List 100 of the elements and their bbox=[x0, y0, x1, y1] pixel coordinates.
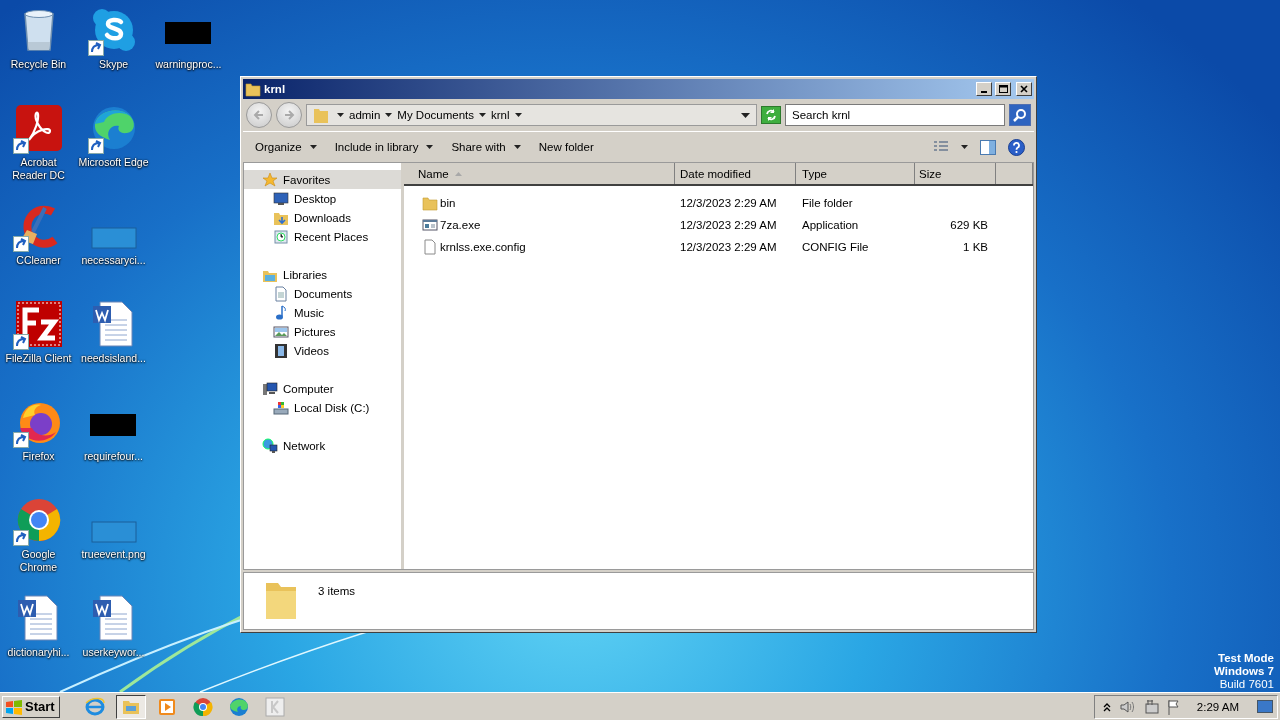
desktop-icon-label[interactable]: Google Chrome bbox=[2, 548, 75, 574]
left-arrow-icon bbox=[253, 109, 265, 121]
window-title: krnl bbox=[264, 83, 287, 95]
refresh-icon bbox=[764, 109, 778, 121]
search-icon bbox=[1013, 108, 1027, 122]
nav-item[interactable]: Computer bbox=[244, 379, 401, 398]
breadcrumb-item[interactable]: My Documents bbox=[396, 109, 475, 121]
desktop-icon-label[interactable]: FileZilla Client bbox=[5, 352, 72, 365]
picture-icon bbox=[273, 323, 289, 340]
nav-item[interactable]: Desktop bbox=[244, 189, 401, 208]
start-button[interactable]: Start bbox=[2, 695, 60, 718]
nav-item[interactable]: Libraries bbox=[244, 265, 401, 284]
music-note-icon bbox=[273, 304, 289, 321]
file-name[interactable]: bin bbox=[440, 197, 456, 209]
search-field[interactable]: Search krnl bbox=[785, 104, 1005, 126]
preview-pane-icon bbox=[980, 139, 996, 155]
address-bar[interactable]: admin My Documents krnl bbox=[306, 104, 757, 126]
nav-item[interactable]: Downloads bbox=[244, 208, 401, 227]
star-icon bbox=[262, 171, 278, 188]
desktop-icon-label[interactable]: warningproc... bbox=[155, 58, 222, 71]
toolbar-button[interactable]: Share with bbox=[443, 138, 529, 156]
desktop-icon-label[interactable]: Firefox bbox=[22, 450, 55, 463]
os-notice-text: Test Mode bbox=[1218, 652, 1274, 665]
minimize-button[interactable] bbox=[976, 82, 992, 96]
media-player-icon bbox=[156, 696, 177, 717]
show-hidden-icon[interactable] bbox=[1102, 701, 1111, 712]
computer-icon bbox=[262, 380, 278, 397]
desktop-icon-label[interactable]: Skype bbox=[98, 58, 129, 71]
nav-item[interactable]: Network bbox=[244, 436, 401, 455]
toolbar-button[interactable]: New folder bbox=[530, 138, 602, 156]
size-cell-text: 1 KB bbox=[962, 241, 989, 253]
nav-item[interactable]: Recent Places bbox=[244, 227, 401, 246]
clock-icon bbox=[273, 228, 289, 245]
dropdown-arrow-icon[interactable] bbox=[741, 112, 750, 118]
type-cell-text: File folder bbox=[801, 197, 854, 209]
refresh-button[interactable] bbox=[761, 106, 781, 124]
show-desktop-icon[interactable] bbox=[1257, 699, 1273, 714]
folder-icon bbox=[422, 195, 438, 211]
browser-icon bbox=[192, 696, 213, 717]
type-cell-text: Application bbox=[801, 219, 860, 231]
close-button[interactable] bbox=[1016, 82, 1032, 96]
search-button[interactable] bbox=[1009, 104, 1031, 126]
column-header[interactable]: Size bbox=[915, 163, 996, 184]
item-count: 3 items bbox=[318, 585, 356, 597]
list-view-icon bbox=[933, 140, 949, 154]
help-icon bbox=[1008, 138, 1025, 156]
size-cell-text: 629 KB bbox=[949, 219, 989, 231]
maximize-icon bbox=[998, 85, 1008, 93]
column-header[interactable]: Date modified bbox=[675, 163, 796, 184]
document-icon bbox=[422, 239, 438, 255]
nav-item[interactable]: Favorites bbox=[244, 170, 401, 189]
browser-icon bbox=[84, 696, 105, 717]
close-icon bbox=[1019, 85, 1029, 93]
nav-item[interactable]: Music bbox=[244, 303, 401, 322]
date-cell-text: 12/3/2023 2:29 AM bbox=[679, 241, 778, 253]
column-header[interactable]: Type bbox=[796, 163, 915, 184]
desktop-icon-label[interactable]: needsisland... bbox=[81, 352, 146, 365]
caret-icon bbox=[513, 145, 521, 149]
nav-item[interactable]: Pictures bbox=[244, 322, 401, 341]
nav-item[interactable]: Documents bbox=[244, 284, 401, 303]
desktop-icon-label[interactable]: trueevent.png bbox=[81, 548, 146, 561]
caret-icon bbox=[385, 113, 393, 117]
clock-text[interactable]: 2:29 AM bbox=[1196, 700, 1239, 713]
desktop-icon-label[interactable]: Recycle Bin bbox=[10, 58, 67, 71]
sort-arrow-icon bbox=[454, 171, 462, 176]
file-name[interactable]: 7za.exe bbox=[440, 219, 481, 231]
speaker-icon[interactable] bbox=[1118, 698, 1135, 715]
network-icon[interactable] bbox=[1142, 698, 1159, 715]
desktop-icon-label[interactable]: dictionaryhi... bbox=[7, 646, 70, 659]
breadcrumb-item[interactable]: admin bbox=[348, 109, 382, 121]
browser-icon bbox=[228, 696, 249, 717]
monitor-icon bbox=[273, 190, 289, 207]
toolbar-button[interactable]: Include in library bbox=[326, 138, 442, 156]
caret-icon bbox=[337, 113, 344, 117]
film-icon bbox=[273, 342, 289, 359]
caret-icon bbox=[426, 145, 434, 149]
breadcrumb-item[interactable]: krnl bbox=[490, 109, 511, 121]
right-arrow-icon bbox=[283, 109, 295, 121]
flag-icon[interactable] bbox=[1166, 698, 1181, 715]
windows-logo-icon bbox=[5, 698, 23, 715]
desktop-icon-label[interactable]: CCleaner bbox=[16, 254, 61, 267]
caret-icon bbox=[309, 145, 317, 149]
desktop-icon-label[interactable]: necessaryci... bbox=[81, 254, 146, 267]
desktop-icon-label[interactable]: userkeywor... bbox=[82, 646, 145, 659]
desktop-icon-label[interactable]: requirefour... bbox=[84, 450, 143, 463]
maximize-button[interactable] bbox=[995, 82, 1011, 96]
file-name[interactable]: krnlss.exe.config bbox=[440, 241, 526, 253]
date-cell-text: 12/3/2023 2:29 AM bbox=[679, 219, 778, 231]
column-header[interactable]: Name bbox=[404, 163, 675, 184]
nav-item[interactable]: Local Disk (C:) bbox=[244, 398, 401, 417]
taskbar-button[interactable] bbox=[115, 694, 146, 719]
application-icon bbox=[422, 217, 438, 233]
desktop-icon-label[interactable]: Acrobat Reader DC bbox=[2, 156, 75, 182]
folder-icon bbox=[313, 106, 329, 124]
desktop-icon-label[interactable]: Microsoft Edge bbox=[78, 156, 149, 169]
nav-item[interactable]: Videos bbox=[244, 341, 401, 360]
document-icon bbox=[273, 285, 289, 302]
caret-icon bbox=[479, 113, 486, 117]
drive-icon bbox=[273, 399, 289, 416]
toolbar-button[interactable]: Organize bbox=[247, 138, 325, 156]
